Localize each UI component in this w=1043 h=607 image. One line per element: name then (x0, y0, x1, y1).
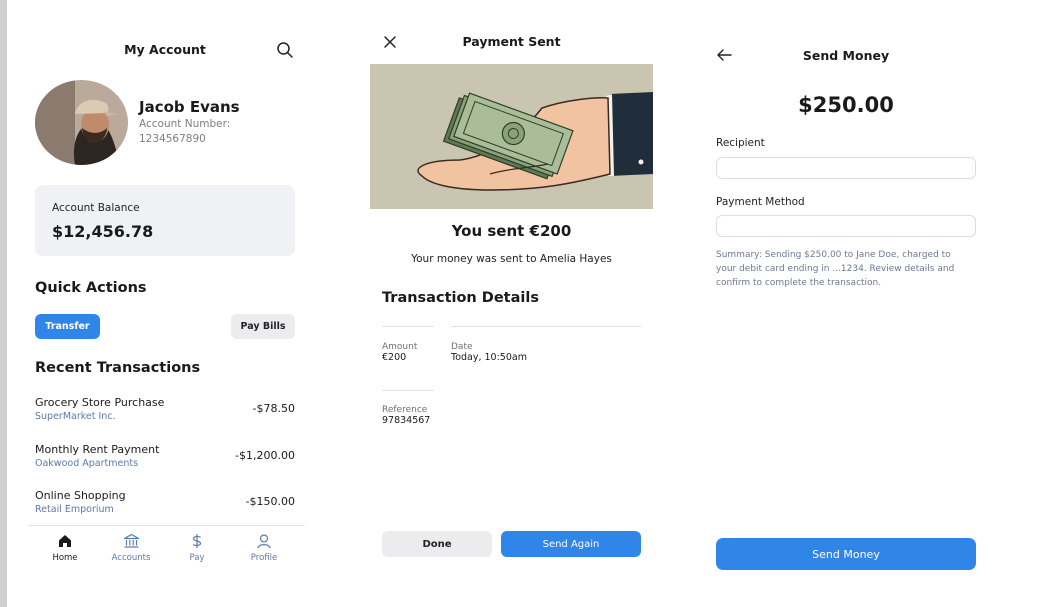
divider (382, 390, 434, 391)
transaction-merchant: Retail Emporium (35, 504, 114, 515)
done-button[interactable]: Done (382, 531, 492, 557)
send-amount: $250.00 (798, 93, 894, 117)
nav-label-profile: Profile (250, 553, 278, 563)
transaction-amount: -$1,200.00 (235, 449, 295, 462)
transaction-amount: -$150.00 (245, 495, 295, 508)
send-money-screen: Send Money $250.00 Recipient Payment Met… (716, 0, 976, 607)
page-title: Payment Sent (462, 34, 561, 49)
avatar (35, 80, 128, 165)
recent-transactions-title: Recent Transactions (35, 360, 201, 376)
nav-item-accounts[interactable]: Accounts (106, 533, 156, 563)
transaction-name: Online Shopping (35, 489, 126, 502)
transaction-merchant: SuperMarket Inc. (35, 411, 116, 422)
recipient-label: Recipient (716, 137, 765, 149)
quick-actions-title: Quick Actions (35, 280, 147, 296)
recipient-input[interactable] (716, 157, 976, 179)
transaction-details-title: Transaction Details (382, 290, 539, 306)
pay-bills-button[interactable]: Pay Bills (231, 314, 295, 339)
transaction-row[interactable]: Grocery Store Purchase SuperMarket Inc. … (35, 396, 295, 428)
date-value: Today, 10:50am (451, 352, 527, 363)
payment-sent-screen: Payment Sent You sent €200 Your money wa… (370, 0, 653, 607)
divider (382, 326, 434, 327)
window-edge (0, 0, 7, 607)
balance-value: $12,456.78 (52, 222, 154, 241)
page-title: Send Money (802, 48, 890, 63)
transfer-button[interactable]: Transfer (35, 314, 100, 339)
page-title: My Account (124, 42, 206, 57)
account-number: 1234567890 (139, 133, 206, 145)
user-icon (257, 534, 271, 549)
send-money-button[interactable]: Send Money (716, 538, 976, 570)
date-label: Date (451, 342, 473, 352)
sent-headline: You sent €200 (451, 222, 572, 240)
sent-subtitle: Your money was sent to Amelia Hayes (411, 253, 612, 265)
account-screen: My Account Jacob Evans Account Number: 1… (19, 0, 305, 607)
bottom-nav-divider (29, 525, 305, 526)
bank-icon (123, 533, 139, 548)
amount-label: Amount (382, 342, 418, 352)
nav-label-home: Home (52, 553, 78, 563)
money-hand-illustration (370, 64, 653, 209)
payment-method-label: Payment Method (716, 196, 805, 208)
transaction-row[interactable]: Monthly Rent Payment Oakwood Apartments … (35, 443, 295, 475)
reference-value: 97834567 (382, 415, 431, 426)
transaction-merchant: Oakwood Apartments (35, 458, 139, 469)
nav-label-accounts: Accounts (111, 553, 151, 563)
nav-label-pay: Pay (189, 553, 205, 563)
payment-method-input[interactable] (716, 215, 976, 237)
reference-label: Reference (382, 405, 428, 415)
nav-item-profile[interactable]: Profile (239, 533, 289, 563)
transaction-name: Monthly Rent Payment (35, 443, 160, 456)
transaction-amount: -$78.50 (252, 402, 295, 415)
search-icon[interactable] (276, 41, 294, 59)
user-name: Jacob Evans (139, 98, 240, 116)
dollar-icon (192, 534, 202, 548)
send-again-button[interactable]: Send Again (501, 531, 641, 557)
transaction-summary: Summary: Sending $250.00 to Jane Doe, ch… (716, 250, 955, 288)
home-icon (59, 535, 71, 547)
balance-label: Account Balance (52, 202, 140, 214)
balance-card: Account Balance $12,456.78 (35, 185, 295, 256)
transaction-name: Grocery Store Purchase (35, 396, 165, 409)
nav-item-home[interactable]: Home (40, 533, 90, 563)
transaction-row[interactable]: Online Shopping Retail Emporium -$150.00 (35, 489, 295, 521)
amount-value: €200 (382, 352, 407, 363)
nav-item-pay[interactable]: Pay (172, 533, 222, 563)
divider (451, 326, 641, 327)
account-number-label: Account Number: (139, 118, 231, 130)
